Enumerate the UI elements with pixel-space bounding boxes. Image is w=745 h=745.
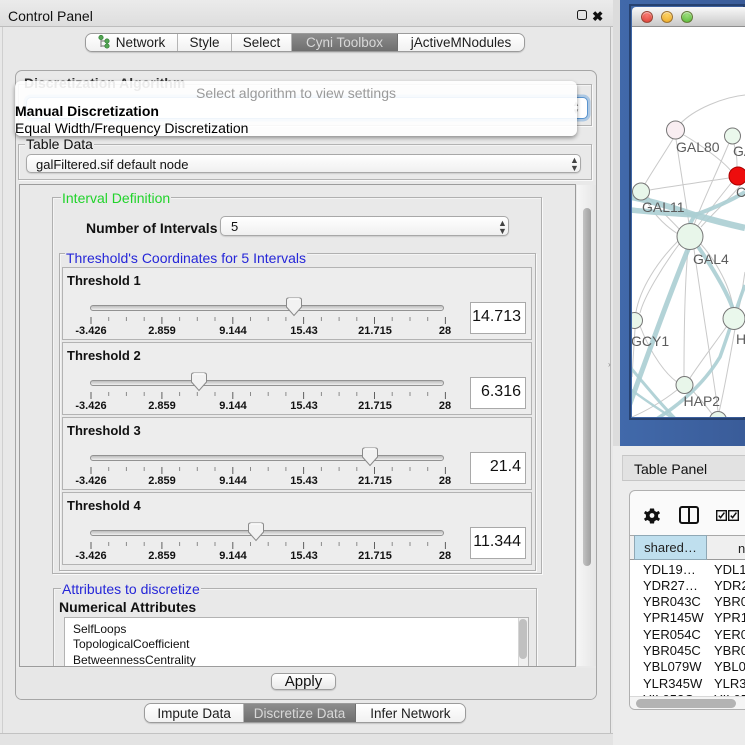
svg-text:GAL11: GAL11 xyxy=(642,199,685,215)
svg-text:C: C xyxy=(736,184,745,200)
svg-text:HAP2: HAP2 xyxy=(684,393,721,409)
svg-text:GAL4: GAL4 xyxy=(693,251,729,267)
svg-text:H: H xyxy=(736,331,745,347)
svg-text:GCY1: GCY1 xyxy=(632,333,669,349)
svg-text:GA: GA xyxy=(733,143,745,159)
svg-text:GAL80: GAL80 xyxy=(676,139,720,155)
